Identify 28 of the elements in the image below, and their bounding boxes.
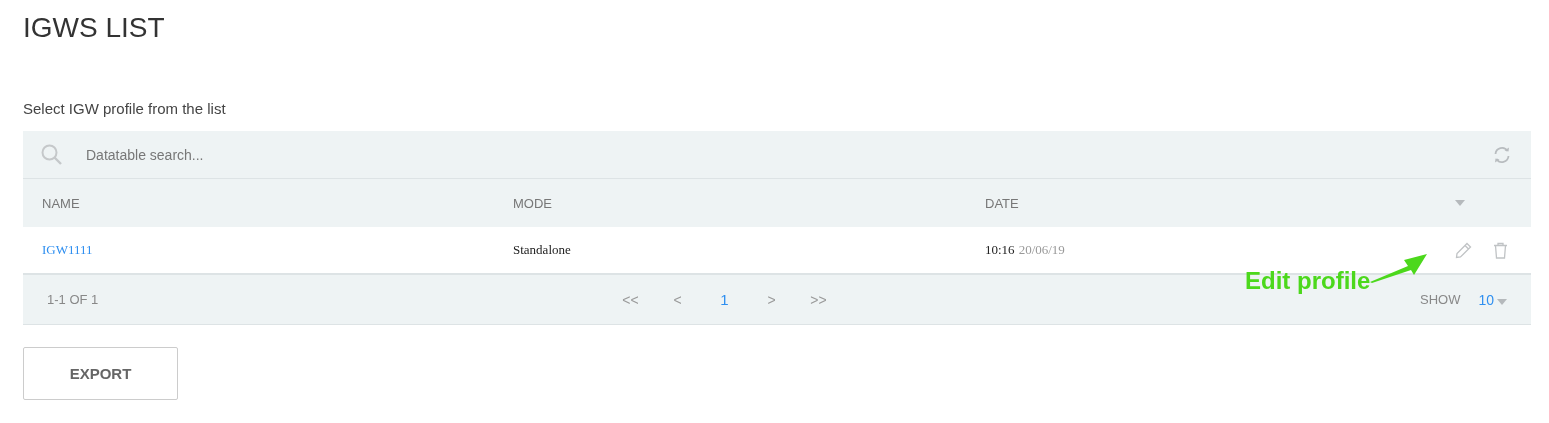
- search-input[interactable]: Datatable search...: [84, 138, 1493, 171]
- date-text: 20/06/19: [1018, 242, 1065, 258]
- pagination-button[interactable]: >>: [795, 284, 842, 315]
- pagination-button[interactable]: >: [748, 284, 795, 315]
- instruction-text: Select IGW profile from the list: [23, 100, 227, 117]
- pagination-button[interactable]: <<: [607, 284, 654, 315]
- record-count: 1-1 OF 1: [47, 292, 100, 307]
- dropdown-caret-icon[interactable]: [1455, 200, 1465, 206]
- profile-link[interactable]: IGW1111: [42, 242, 93, 258]
- show-label: SHOW: [1419, 292, 1461, 307]
- search-field[interactable]: Datatable search...: [23, 131, 1531, 179]
- annotation-label: Edit profile: [1245, 267, 1371, 295]
- delete-trash-icon[interactable]: [1493, 241, 1508, 259]
- page-size-dropdown[interactable]: 10: [1478, 291, 1507, 308]
- time-text: 10:16: [985, 242, 1015, 258]
- pagination-button[interactable]: 1: [701, 284, 748, 315]
- page-title: IGWS LIST: [23, 11, 166, 45]
- annotation-arrow: [1370, 253, 1429, 283]
- table-cell-text: Standalone: [513, 242, 572, 258]
- refresh-icon[interactable]: [1493, 145, 1511, 164]
- export-button[interactable]: EXPORT: [23, 347, 178, 400]
- column-header: DATE: [985, 195, 1020, 211]
- caret-icon: [1497, 298, 1507, 305]
- pagination-button[interactable]: <: [654, 284, 701, 315]
- edit-pencil-icon[interactable]: [1455, 241, 1472, 259]
- column-header: NAME: [42, 195, 81, 211]
- column-header: MODE: [513, 195, 553, 211]
- search-icon: [41, 144, 62, 165]
